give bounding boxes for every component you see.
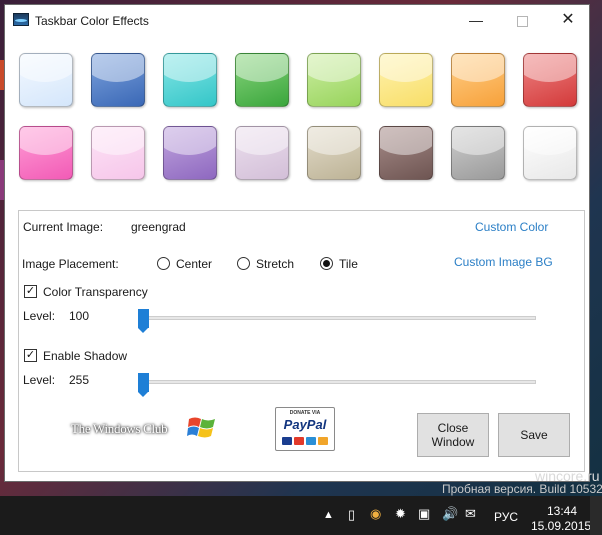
close-window-button-main[interactable]: Close Window: [417, 413, 489, 457]
tile-cyan[interactable]: [163, 53, 217, 107]
tile-green[interactable]: [235, 53, 289, 107]
clock-date[interactable]: 15.09.2015: [531, 519, 591, 533]
tile-light-pink[interactable]: [91, 126, 145, 180]
placement-tile-label[interactable]: Tile: [339, 257, 358, 271]
custom-image-bg-link[interactable]: Custom Image BG: [454, 255, 553, 269]
tile-lime[interactable]: [307, 53, 361, 107]
color-transparency-checkbox[interactable]: ✓: [24, 285, 37, 298]
placement-stretch-radio[interactable]: [237, 257, 250, 270]
tile-orange[interactable]: [451, 53, 505, 107]
minimize-button[interactable]: —: [453, 5, 499, 35]
tile-yellow[interactable]: [379, 53, 433, 107]
notification-icon[interactable]: ✉: [465, 507, 476, 520]
placement-tile-radio[interactable]: [320, 257, 333, 270]
payment-cards-icon: [282, 437, 328, 445]
paint-palette-icon[interactable]: ◉: [370, 507, 381, 520]
save-button[interactable]: Save: [498, 413, 570, 457]
volume-icon[interactable]: 🔊: [442, 507, 458, 520]
site-watermark: wincore.ru: [535, 468, 600, 484]
image-placement-label: Image Placement:: [22, 257, 119, 271]
transparency-level-label: Level:: [23, 309, 56, 323]
close-button-line1: Close: [437, 421, 469, 435]
paypal-donate-button[interactable]: DONATE VIA PayPal: [275, 407, 335, 451]
tile-purple[interactable]: [163, 126, 217, 180]
shadow-slider-thumb[interactable]: [138, 373, 149, 397]
tile-blue[interactable]: [91, 53, 145, 107]
network-icon[interactable]: ▣: [418, 507, 430, 520]
paypal-donate-text: DONATE VIA: [289, 410, 321, 416]
custom-color-link[interactable]: Custom Color: [475, 220, 548, 234]
clipboard-icon[interactable]: ▯: [348, 508, 355, 521]
transparency-slider-track[interactable]: [138, 316, 536, 320]
twc-logo-text: The Windows Club: [71, 421, 168, 436]
shadow-slider-track[interactable]: [138, 380, 536, 384]
show-desktop-button[interactable]: [590, 496, 602, 535]
close-button-line2: Window: [431, 435, 475, 449]
enable-shadow-checkbox[interactable]: ✓: [24, 349, 37, 362]
close-window-button[interactable]: ✕: [545, 5, 591, 35]
trial-build-watermark: Пробная версия. Build 10532: [442, 482, 602, 496]
tile-brown[interactable]: [379, 126, 433, 180]
color-transparency-label[interactable]: Color Transparency: [43, 285, 148, 299]
tile-gray[interactable]: [451, 126, 505, 180]
paypal-name: PayPal: [280, 417, 330, 435]
transparency-level-value: 100: [69, 309, 90, 323]
placement-center-label[interactable]: Center: [176, 257, 212, 271]
window-title: Taskbar Color Effects: [35, 14, 149, 28]
current-image-label: Current Image:: [23, 220, 104, 234]
language-indicator[interactable]: РУС: [494, 510, 518, 524]
gear-icon[interactable]: ✹: [395, 507, 406, 520]
title-bar[interactable]: Taskbar Color Effects — ✕: [5, 5, 589, 35]
tile-pink[interactable]: [19, 126, 73, 180]
tile-red[interactable]: [523, 53, 577, 107]
enable-shadow-label[interactable]: Enable Shadow: [43, 349, 127, 363]
shadow-level-label: Level:: [23, 373, 56, 387]
app-window: Taskbar Color Effects — ✕ Current Image:…: [4, 4, 590, 482]
clock-time[interactable]: 13:44: [547, 504, 577, 518]
tile-lavender[interactable]: [235, 126, 289, 180]
show-hidden-icons-chevron-icon[interactable]: ▲: [323, 509, 334, 522]
maximize-button[interactable]: [499, 5, 545, 35]
tile-white-blue[interactable]: [19, 53, 73, 107]
shadow-level-value: 255: [69, 373, 90, 387]
app-icon: [13, 13, 29, 26]
placement-stretch-label[interactable]: Stretch: [256, 257, 294, 271]
transparency-slider-thumb[interactable]: [138, 309, 149, 333]
maximize-icon: [516, 15, 528, 27]
the-windows-club-logo[interactable]: The Windows Club: [57, 409, 227, 449]
tile-white[interactable]: [523, 126, 577, 180]
current-image-value: greengrad: [131, 220, 186, 234]
tile-beige[interactable]: [307, 126, 361, 180]
windows-flag-icon: [187, 417, 215, 438]
placement-center-radio[interactable]: [157, 257, 170, 270]
